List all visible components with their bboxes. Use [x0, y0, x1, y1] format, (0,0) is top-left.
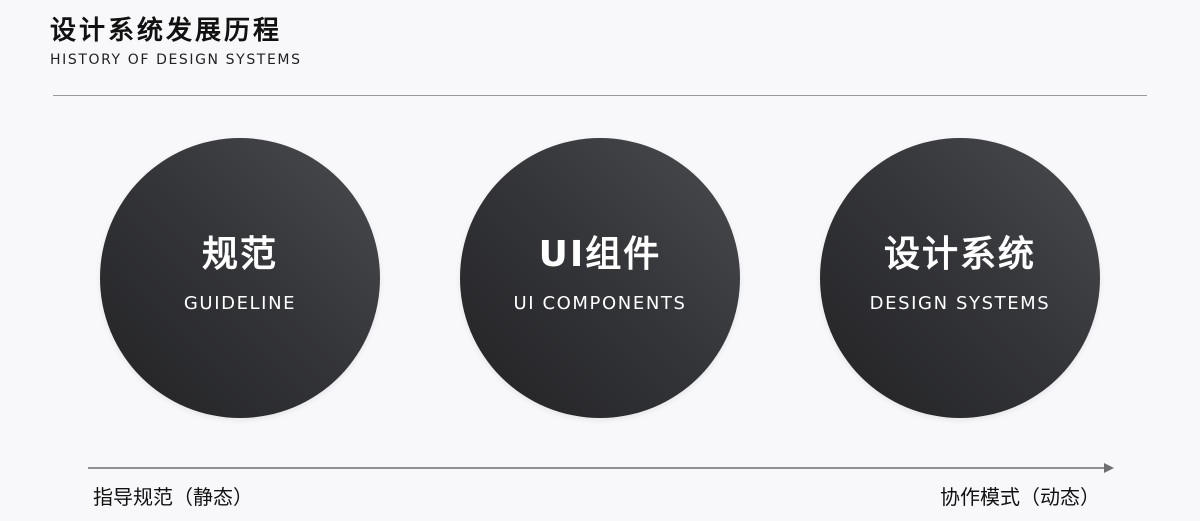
axis-start-label: 指导规范（静态）	[93, 485, 253, 509]
stage-title: 规范	[201, 234, 278, 275]
axis-end-label: 协作模式（动态）	[940, 485, 1100, 509]
stage-title: UI组件	[538, 234, 662, 275]
stage-title: 设计系统	[883, 234, 1036, 275]
stage-guideline: 规范 GUIDELINE	[100, 138, 380, 418]
header-divider	[53, 95, 1147, 96]
stage-subtitle: GUIDELINE	[183, 293, 297, 314]
stage-ui-components: UI组件 UI COMPONENTS	[460, 138, 740, 418]
stage-subtitle: DESIGN SYSTEMS	[869, 293, 1051, 314]
page-subtitle: HISTORY OF DESIGN SYSTEMS	[50, 52, 302, 68]
timeline-axis	[88, 463, 1114, 473]
page-title: 设计系统发展历程	[50, 16, 283, 46]
stage-design-systems: 设计系统 DESIGN SYSTEMS	[820, 138, 1100, 418]
arrow-right-icon	[1104, 463, 1114, 473]
stage-subtitle: UI COMPONENTS	[513, 293, 687, 314]
